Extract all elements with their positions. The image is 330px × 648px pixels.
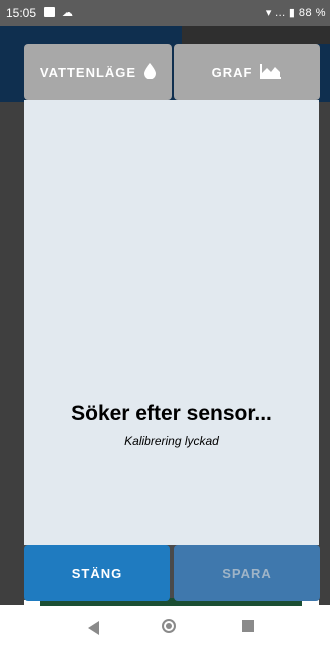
save-button-label: SPARA <box>222 565 272 581</box>
status-indicators: ▾ … ▮ 88 % <box>265 7 326 19</box>
back-icon[interactable] <box>88 621 99 635</box>
home-icon[interactable] <box>162 619 176 633</box>
water-mode-button[interactable]: VATTENLÄGE <box>24 44 172 100</box>
system-navigation-bar <box>0 608 330 648</box>
sensor-search-panel: Söker efter sensor... Kalibrering lyckad <box>24 100 319 545</box>
status-bar: 15:05 ☁ ▾ … ▮ 88 % <box>0 0 330 26</box>
app-bar-segment <box>182 26 330 44</box>
recent-apps-icon[interactable] <box>242 620 254 632</box>
image-notification-icon <box>44 7 55 17</box>
panel-title: Söker efter sensor... <box>71 402 272 425</box>
status-time: 15:05 <box>6 6 37 20</box>
right-margin <box>319 102 330 605</box>
left-margin <box>0 102 24 605</box>
water-mode-label: VATTENLÄGE <box>39 64 137 80</box>
save-button[interactable]: SPARA <box>174 545 320 601</box>
close-button[interactable]: STÄNG <box>24 545 170 601</box>
cloud-notification-icon: ☁ <box>62 7 73 19</box>
close-button-label: STÄNG <box>71 565 123 581</box>
graph-button[interactable]: GRAF <box>174 44 320 100</box>
graph-label: GRAF <box>211 64 253 80</box>
area-chart-icon <box>260 63 282 82</box>
panel-subtitle: Kalibrering lyckad <box>124 434 219 448</box>
water-drop-icon <box>144 62 157 82</box>
